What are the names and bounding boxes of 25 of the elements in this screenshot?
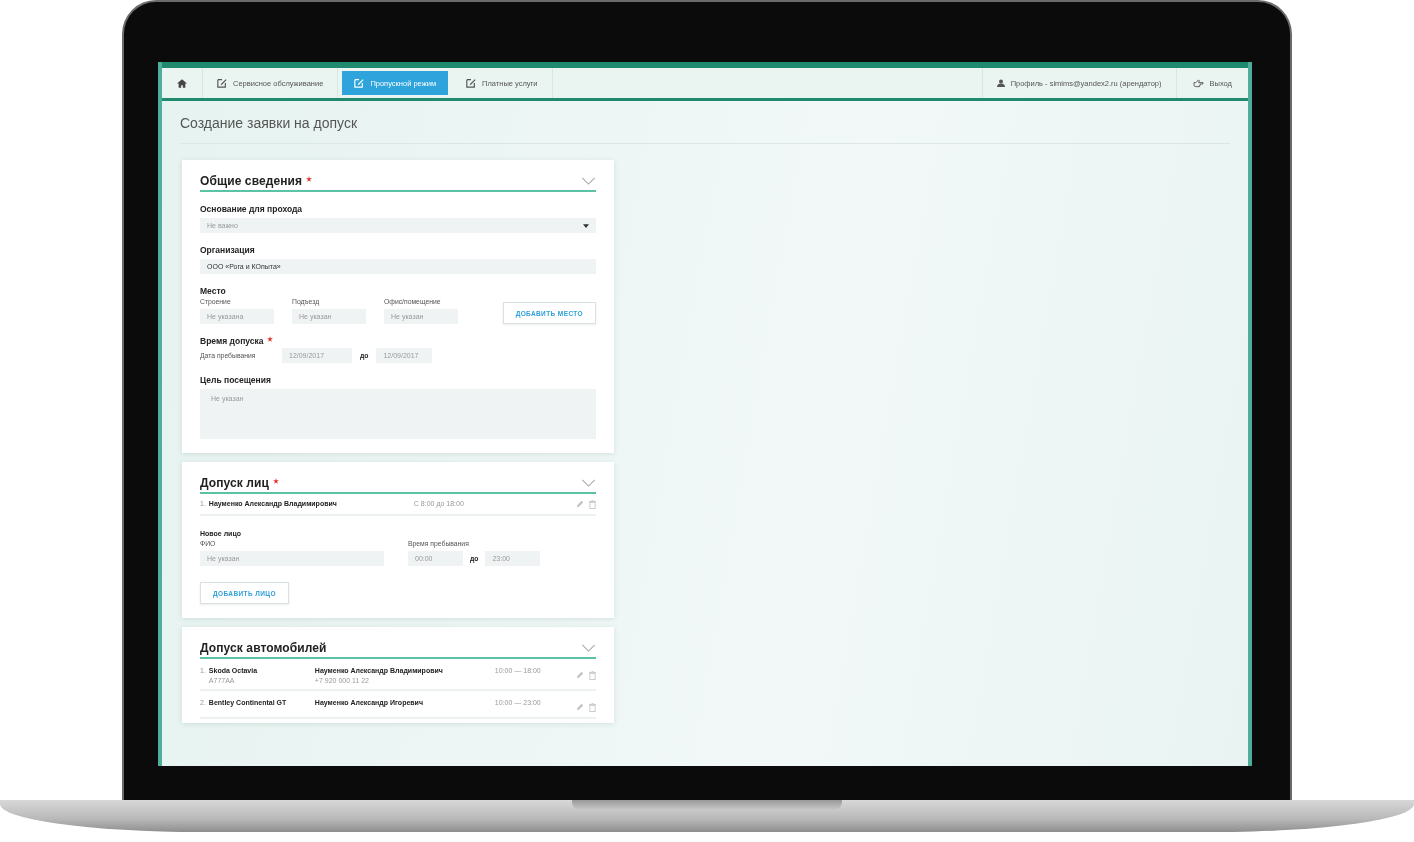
user-icon xyxy=(996,79,1005,87)
chevron-down-icon xyxy=(581,177,596,185)
pencil-icon xyxy=(576,671,584,679)
chevron-down-icon xyxy=(581,644,596,652)
field-label: Место xyxy=(200,286,227,296)
field-label: Время допуска xyxy=(200,336,264,346)
home-icon xyxy=(177,78,187,88)
page-title: Создание заявки на допуск xyxy=(180,101,1230,144)
section-title: Общие сведения xyxy=(200,174,303,188)
trash-icon xyxy=(589,703,596,712)
chevron-down-icon xyxy=(581,479,596,487)
pencil-icon xyxy=(576,703,584,711)
pointing-hand-icon xyxy=(1192,78,1204,88)
caret-icon xyxy=(583,223,589,228)
section-title: Допуск автомобилей xyxy=(200,641,327,655)
section-title: Допуск лиц xyxy=(200,476,270,490)
trash-icon xyxy=(589,671,596,680)
trash-icon xyxy=(589,500,596,509)
field-label: Цель посещения xyxy=(200,375,272,385)
field-label: Основание для прохода xyxy=(200,204,304,214)
edit-icon xyxy=(354,78,365,88)
pencil-icon xyxy=(576,500,584,508)
field-label: Организация xyxy=(200,245,256,255)
edit-icon xyxy=(466,78,477,88)
edit-icon xyxy=(217,78,227,88)
